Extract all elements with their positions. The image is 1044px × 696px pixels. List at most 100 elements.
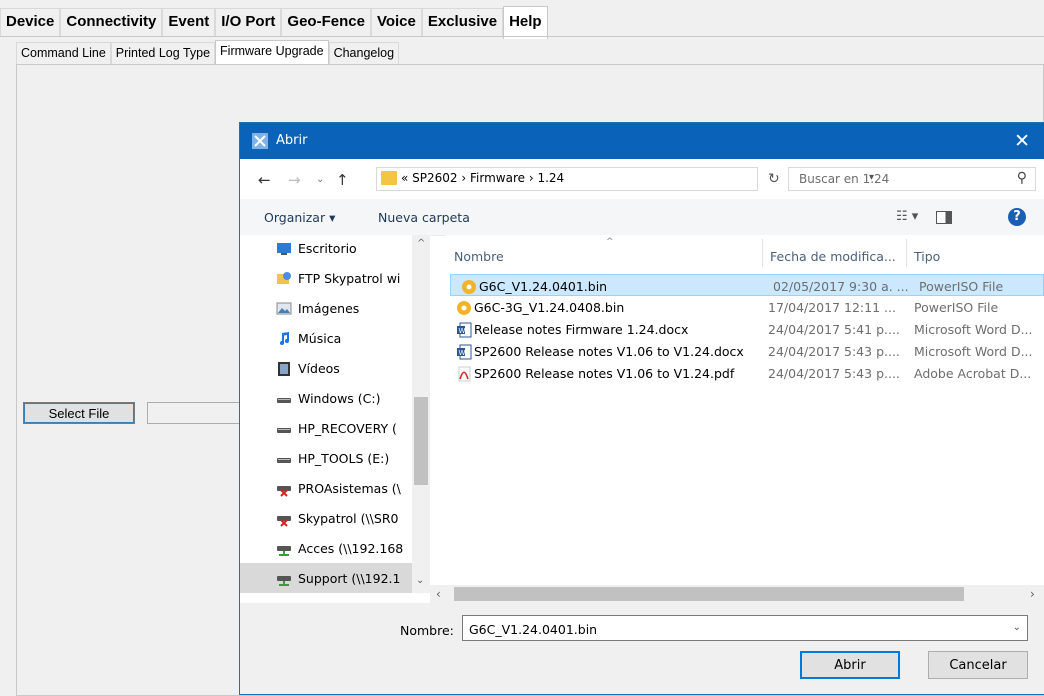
main-tab-geo-fence[interactable]: Geo-Fence (281, 8, 371, 37)
nav-scroll-thumb[interactable] (414, 397, 428, 485)
search-input[interactable]: Buscar en 1.24 ⚲ (788, 167, 1036, 191)
file-scroll-thumb[interactable] (454, 587, 964, 601)
main-tab-help[interactable]: Help (503, 6, 548, 39)
breadcrumb-item[interactable]: 1.24 (537, 171, 564, 185)
file-row[interactable]: SP2600 Release notes V1.06 to V1.24.pdf 2… (446, 362, 1044, 384)
network-drive-icon (276, 541, 292, 556)
nav-item-pictures[interactable]: Imágenes (276, 293, 426, 323)
drive-icon (276, 391, 292, 405)
main-tab-exclusive[interactable]: Exclusive (421, 8, 504, 37)
file-date: 24/04/2017 5:41 p.... (768, 322, 900, 337)
forward-arrow-icon[interactable]: → (288, 171, 301, 189)
pictures-icon (276, 301, 292, 315)
sub-tab-command-line[interactable]: Command Line (16, 42, 111, 65)
scroll-right-icon[interactable]: › (1030, 587, 1035, 601)
filename-dropdown-icon[interactable]: ⌄ (1013, 622, 1021, 633)
drive-icon (276, 421, 292, 435)
nav-item-network-drive[interactable]: Support (\\192.1 (240, 563, 412, 593)
file-type: Microsoft Word D... (914, 344, 1033, 359)
refresh-icon[interactable]: ↻ (768, 171, 780, 187)
main-tab-i-o-port[interactable]: I/O Port (215, 8, 282, 37)
view-options-icon[interactable]: ☷ ▾ (896, 209, 918, 224)
nav-item-music[interactable]: Música (276, 323, 426, 353)
folder-icon (381, 171, 397, 185)
close-icon[interactable]: ✕ (1014, 130, 1030, 152)
svg-text:W: W (459, 327, 466, 335)
nav-item-drive[interactable]: HP_RECOVERY ( (276, 413, 426, 443)
organize-menu[interactable]: Organizar ▾ (264, 210, 335, 225)
main-tab-voice[interactable]: Voice (370, 8, 422, 37)
word-icon: W (456, 322, 472, 338)
nav-item-ftp[interactable]: FTP Skypatrol wi (276, 263, 426, 293)
breadcrumb[interactable]: « SP2602 › Firmware › 1.24 (401, 171, 564, 185)
nav-item-label: FTP Skypatrol wi (298, 271, 401, 286)
sub-tab-bar: Command Line Printed Log Type Firmware Upg… (16, 40, 400, 65)
svg-text:W: W (459, 349, 466, 357)
file-type: PowerISO File (914, 300, 999, 315)
main-tab-device[interactable]: Device (0, 8, 61, 37)
column-header-type[interactable]: Tipo (906, 235, 1044, 269)
breadcrumb-separator-icon: › (457, 171, 470, 185)
nav-item-drive[interactable]: Windows (C:) (276, 383, 426, 413)
nav-item-videos[interactable]: Vídeos (276, 353, 426, 383)
up-arrow-icon[interactable]: ↑ (336, 171, 349, 189)
file-path-field[interactable] (147, 402, 247, 424)
cancel-button[interactable]: Cancelar (928, 651, 1028, 679)
filename-input[interactable]: G6C_V1.24.0401.bin ⌄ (462, 615, 1028, 641)
file-row[interactable]: G6C_V1.24.0401.bin 02/05/2017 9:30 a. ...… (450, 274, 1044, 296)
file-date: 02/05/2017 9:30 a. ... (773, 279, 909, 294)
sub-tab-firmware-upgrade[interactable]: Firmware Upgrade (215, 40, 329, 65)
main-tab-divider (0, 36, 1044, 37)
file-row[interactable]: W SP2600 Release notes V1.06 to V1.24.doc… (446, 340, 1044, 362)
help-icon[interactable]: ? (1008, 208, 1026, 226)
nav-item-label: Música (298, 331, 342, 346)
dialog-app-icon (252, 133, 268, 149)
file-name: SP2600 Release notes V1.06 to V1.24.docx (474, 344, 744, 359)
search-placeholder: Buscar en 1.24 (799, 172, 890, 186)
network-drive-icon (276, 571, 292, 586)
column-header-name[interactable]: Nombre ^ (446, 235, 762, 269)
column-header-date[interactable]: Fecha de modifica... (762, 235, 906, 269)
nav-item-network-drive-disconnected[interactable]: PROAsistemas (\ (276, 473, 426, 503)
main-tab-event[interactable]: Event (162, 8, 216, 37)
drive-icon (276, 451, 292, 465)
file-type: Microsoft Word D... (914, 322, 1033, 337)
scroll-up-icon[interactable]: ^ (417, 238, 425, 249)
breadcrumb-item[interactable]: SP2602 (412, 171, 457, 185)
nav-item-drive[interactable]: HP_TOOLS (E:) (276, 443, 426, 473)
breadcrumb-overflow[interactable]: « (401, 171, 412, 185)
recent-locations-chevron-icon[interactable]: ⌄ (316, 174, 324, 185)
back-arrow-icon[interactable]: ← (258, 171, 271, 189)
file-row[interactable]: G6C-3G_V1.24.0408.bin 17/04/2017 12:11 ..… (446, 296, 1044, 318)
nav-vertical-scrollbar[interactable]: ^ ⌄ (412, 235, 430, 593)
address-bar[interactable]: « SP2602 › Firmware › 1.24 ▾ (376, 167, 874, 191)
scroll-left-icon[interactable]: ‹ (436, 587, 441, 601)
preview-pane-icon[interactable] (936, 211, 952, 224)
dialog-toolbar: Organizar ▾ Nueva carpeta ☷ ▾ ? (240, 199, 1044, 236)
word-icon: W (456, 344, 472, 360)
main-tab-connectivity[interactable]: Connectivity (60, 8, 163, 37)
scroll-down-icon[interactable]: ⌄ (416, 575, 424, 586)
nav-item-network-drive[interactable]: Acces (\\192.168 (276, 533, 426, 563)
desktop-icon (276, 241, 292, 255)
new-folder-button[interactable]: Nueva carpeta (378, 210, 470, 225)
nav-item-label: HP_TOOLS (E:) (298, 451, 390, 466)
file-row[interactable]: W Release notes Firmware 1.24.docx 24/04/2… (446, 318, 1044, 340)
filename-label: Nombre: (400, 623, 454, 638)
dialog-titlebar[interactable]: Abrir ✕ (240, 123, 1044, 159)
file-name: SP2600 Release notes V1.06 to V1.24.pdf (474, 366, 735, 381)
pdf-icon (456, 366, 471, 382)
nav-item-label: PROAsistemas (\ (298, 481, 401, 496)
select-file-button[interactable]: Select File (23, 402, 135, 424)
open-button[interactable]: Abrir (800, 651, 900, 679)
sub-tab-printed-log-type[interactable]: Printed Log Type (110, 42, 216, 65)
navigation-pane: Escritorio FTP Skypatrol wi Imágenes Música… (240, 235, 430, 606)
nav-item-desktop[interactable]: Escritorio (276, 235, 426, 263)
file-horizontal-scrollbar[interactable]: ‹ › (430, 585, 1044, 603)
address-row: ← → ⌄ ↑ « SP2602 › Firmware › 1.24 ▾ ↻ B… (240, 159, 1044, 199)
ftp-icon (276, 271, 292, 285)
videos-icon (276, 361, 292, 376)
nav-item-network-drive-disconnected[interactable]: Skypatrol (\\SR0 (276, 503, 426, 533)
breadcrumb-item[interactable]: Firmware (470, 171, 525, 185)
sub-tab-changelog[interactable]: Changelog (328, 42, 400, 65)
